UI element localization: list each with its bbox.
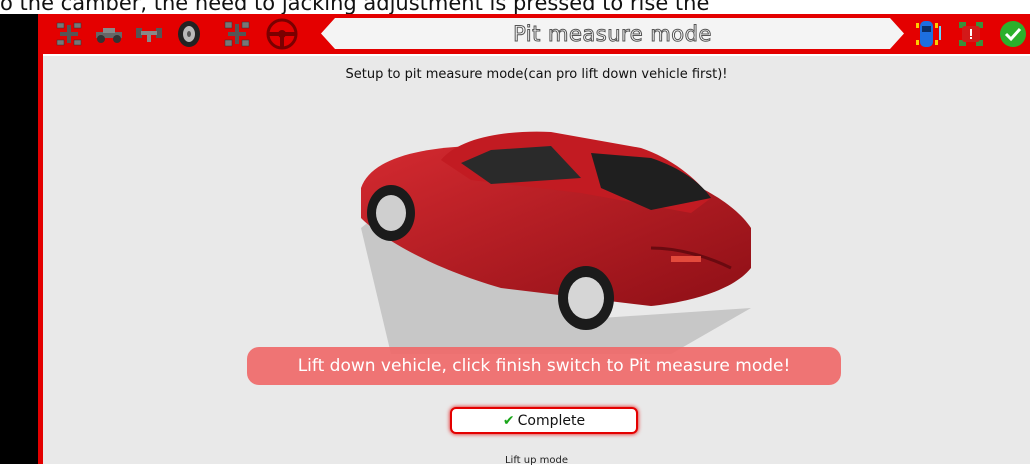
page-title-bar: Pit measure mode	[321, 18, 904, 49]
lift-up-mode-label[interactable]: Lift up mode	[43, 455, 1030, 466]
vehicle-side-icon[interactable]	[93, 18, 125, 50]
page-title: Pit measure mode	[513, 21, 712, 46]
vehicle-status-icon[interactable]	[913, 18, 943, 50]
complete-button-label: Complete	[517, 412, 586, 429]
axle-frame-icon[interactable]	[221, 18, 253, 50]
check-icon: ✔	[502, 412, 515, 429]
header-divider	[43, 54, 1030, 56]
axle-top-icon[interactable]	[133, 18, 165, 50]
instruction-text: Setup to pit measure mode(can pro lift d…	[345, 67, 728, 82]
vehicle-warning-icon[interactable]	[956, 18, 986, 50]
steering-wheel-icon[interactable]	[265, 18, 299, 50]
complete-button[interactable]: ✔ Complete	[450, 407, 638, 434]
left-black-strip	[0, 14, 38, 464]
tire-icon[interactable]	[173, 18, 205, 50]
axle-lift-icon[interactable]	[53, 18, 85, 50]
confirm-check-icon[interactable]	[998, 18, 1028, 50]
caption-text: o the camber, the need to jacking adjust…	[0, 0, 710, 14]
red-sedan-image	[361, 131, 751, 354]
instruction-banner: Lift down vehicle, click finish switch t…	[247, 347, 841, 385]
toolbar: Pit measure mode	[43, 14, 1030, 54]
app-window: Pit measure mode Setup to pit measure mo…	[38, 14, 1030, 466]
